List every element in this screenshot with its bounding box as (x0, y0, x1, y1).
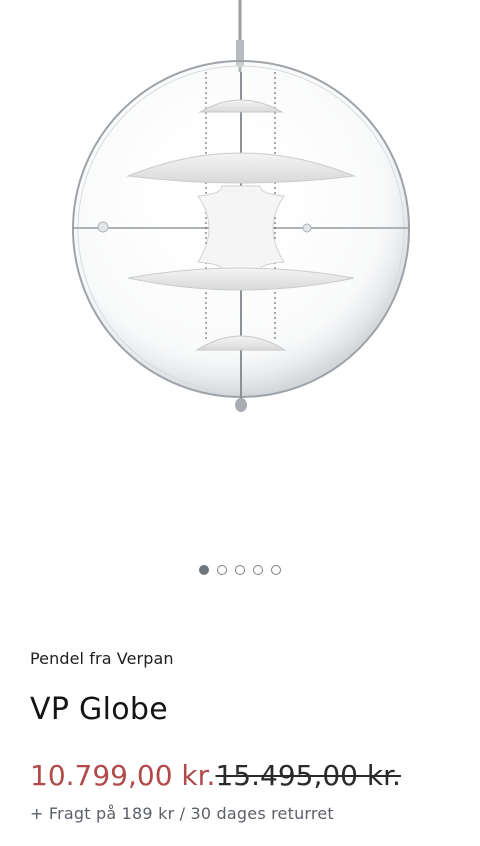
carousel-dot[interactable] (217, 565, 227, 575)
carousel-dot[interactable] (199, 565, 209, 575)
sale-price: 10.799,00 kr. (30, 759, 216, 792)
original-price: 15.495,00 kr. (215, 759, 401, 792)
product-subtitle: Pendel fra Verpan (30, 649, 174, 668)
shipping-info: + Fragt på 189 kr / 30 dages returret (30, 804, 334, 823)
product-title: VP Globe (30, 692, 168, 727)
product-image[interactable] (0, 0, 480, 440)
carousel-dot[interactable] (271, 565, 281, 575)
price-row: 10.799,00 kr.15.495,00 kr. (30, 759, 460, 793)
product-gallery[interactable] (0, 0, 480, 600)
carousel-dot[interactable] (253, 565, 263, 575)
product-info: Pendel fra Verpan VP Globe 10.799,00 kr.… (30, 647, 460, 825)
carousel-dot[interactable] (235, 565, 245, 575)
carousel-pagination (0, 565, 480, 575)
